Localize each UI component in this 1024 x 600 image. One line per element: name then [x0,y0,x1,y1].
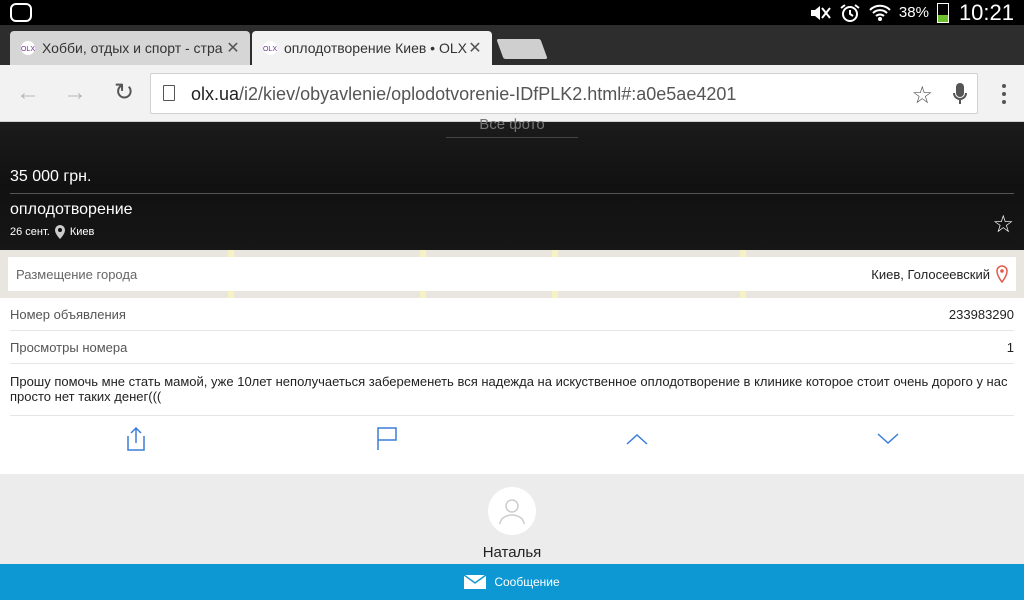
detail-value: 233983290 [948,306,1014,322]
map-pin-icon [54,225,65,239]
avatar [488,487,536,535]
olx-favicon: OLX [263,41,277,55]
listing-meta: 26 сент. Киев [10,225,94,239]
chevron-up-icon [626,433,648,445]
new-tab-button[interactable] [496,39,548,59]
next-ad-button[interactable] [873,424,903,454]
tab-strip: OLX Хобби, отдых и спорт - стра ✕ OLX оп… [0,25,1024,65]
listing-details: Номер объявления 233983290 Просмотры ном… [0,298,1024,474]
divider [10,193,1014,194]
message-button[interactable]: Сообщение [0,564,1024,600]
url-path: /i2/kiev/obyavlenie/oplodotvorenie-IDfPL… [239,84,737,104]
action-bar [10,418,1014,458]
wifi-icon [869,4,891,21]
favorite-star-icon[interactable]: ☆ [992,210,1014,239]
svg-text:OLX: OLX [21,46,35,53]
system-icons: 38% 10:21 [809,0,1014,25]
battery-level-fill [937,14,948,22]
all-photos-link[interactable]: Все фото [446,116,578,138]
envelope-icon [464,575,487,589]
share-button[interactable] [121,424,151,454]
detail-key: Номер объявления [10,306,126,322]
listing-city: Киев [69,226,95,238]
detail-row-ad-number: Номер объявления 233983290 [10,298,1014,331]
forward-button[interactable]: → [62,81,88,107]
bookmark-star-icon[interactable]: ☆ [911,81,933,110]
price: 35 000 грн. [10,168,92,185]
url-text[interactable]: olx.ua/i2/kiev/obyavlenie/oplodotvorenie… [191,84,736,105]
mute-icon [810,5,831,20]
location-value: Киев, Голосеевский [871,266,990,282]
status-bar: 38% 10:21 [0,0,1024,25]
detail-row-views: Просмотры номера 1 [10,331,1014,364]
tab-title: оплодотворение Киев • OLX [284,40,467,56]
alarm-icon [840,3,860,22]
app-icon [10,3,32,22]
tab-hobby[interactable]: OLX Хобби, отдых и спорт - стра ✕ [10,31,250,65]
close-tab-icon[interactable]: ✕ [468,38,482,58]
message-button-label: Сообщение [494,575,560,589]
tab-title: Хобби, отдых и спорт - стра [42,40,223,56]
address-bar[interactable]: olx.ua/i2/kiev/obyavlenie/oplodotvorenie… [150,73,978,114]
microphone-icon[interactable] [953,82,967,106]
url-host: olx.ua [191,84,240,104]
browser-toolbar: ← → ↻ olx.ua/i2/kiev/obyavlenie/oplodotv… [0,65,1024,122]
seller-card: Наталья [0,474,1024,564]
svg-text:OLX: OLX [263,46,277,53]
location-row: Размещение города Киев, Голосеевский [8,257,1016,291]
reload-button[interactable]: ↻ [111,81,137,107]
previous-ad-button[interactable] [622,424,652,454]
detail-value: 1 [1006,339,1014,355]
tab-current[interactable]: OLX оплодотворение Киев • OLX ✕ [252,31,492,65]
ad-title: оплодотворение [10,201,133,218]
location-pin-icon [996,265,1008,283]
close-tab-icon[interactable]: ✕ [226,38,240,58]
clock: 10:21 [958,0,1014,25]
back-button[interactable]: ← [15,81,41,107]
flag-icon [377,427,397,450]
chevron-down-icon [877,433,899,445]
overflow-menu-button[interactable] [1002,84,1008,104]
detail-key: Просмотры номера [10,339,128,355]
location-map[interactable]: Размещение города Киев, Голосеевский [0,250,1024,298]
share-icon [127,426,145,451]
location-label: Размещение города [16,266,138,282]
report-button[interactable] [372,424,402,454]
battery-percent: 38% [898,4,929,21]
page-icon [163,85,175,101]
listing-hero: Все фото 35 000 грн. оплодотворение 26 с… [0,116,1024,250]
listing-date: 26 сент. [10,226,50,238]
battery-icon [936,2,949,23]
seller-name: Наталья [482,544,542,561]
user-icon [499,499,525,525]
olx-favicon: OLX [21,41,35,55]
ad-description: Прошу помочь мне стать мамой, уже 10лет … [10,374,1014,416]
